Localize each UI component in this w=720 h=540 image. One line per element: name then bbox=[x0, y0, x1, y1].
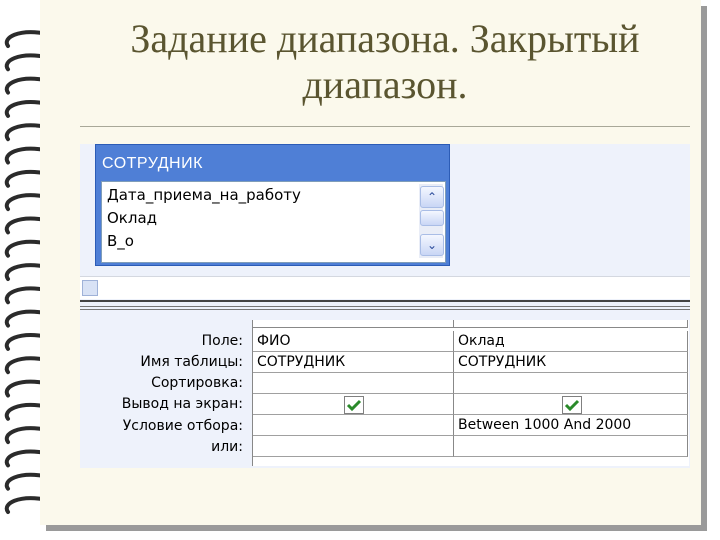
title-divider bbox=[80, 126, 690, 127]
scroll-thumb[interactable] bbox=[420, 210, 444, 226]
horizontal-scroll-button[interactable] bbox=[82, 280, 98, 296]
row-label-show: Вывод на экран: bbox=[121, 396, 243, 412]
pane-separator[interactable] bbox=[80, 300, 690, 302]
show-checkbox-1[interactable] bbox=[344, 396, 364, 414]
table-name-header: СОТРУДНИК bbox=[102, 155, 203, 172]
row-label-field: Поле: bbox=[201, 333, 243, 349]
field-item-salary[interactable]: Оклад bbox=[107, 207, 157, 229]
pane-separator-line bbox=[80, 309, 690, 310]
field-list-scrollbar[interactable]: ⌃ ⌄ bbox=[419, 184, 444, 258]
pane-separator-line bbox=[80, 306, 690, 307]
column-selector-1[interactable] bbox=[253, 320, 454, 328]
field-list[interactable]: Дата_приема_на_работу Оклад В_о ⌃ ⌄ bbox=[101, 181, 446, 263]
checkmark-icon bbox=[346, 399, 362, 412]
field-item-vo[interactable]: В_о bbox=[107, 230, 134, 252]
row-label-sort: Сортировка: bbox=[151, 375, 243, 391]
row-label-or: или: bbox=[211, 439, 243, 455]
checkmark-icon bbox=[564, 399, 580, 412]
scroll-up-icon[interactable]: ⌃ bbox=[420, 186, 444, 208]
grid-cell-or-2[interactable] bbox=[454, 436, 688, 457]
grid-cell-sort-2[interactable] bbox=[454, 373, 688, 394]
scroll-down-icon[interactable]: ⌄ bbox=[420, 234, 444, 256]
grid-cell-table-2[interactable]: СОТРУДНИК bbox=[454, 352, 688, 373]
grid-cell-criteria-2[interactable]: Between 1000 And 2000 bbox=[454, 415, 688, 436]
grid-cell-field-1[interactable]: ФИО bbox=[253, 331, 454, 352]
table-field-list[interactable]: СОТРУДНИК Дата_приема_на_работу Оклад В_… bbox=[95, 144, 450, 266]
row-label-criteria: Условие отбора: bbox=[122, 418, 243, 434]
grid-cell-sort-1[interactable] bbox=[253, 373, 454, 394]
grid-cell-or-1[interactable] bbox=[253, 436, 454, 457]
show-checkbox-2[interactable] bbox=[562, 396, 582, 414]
column-selector-2[interactable] bbox=[454, 320, 688, 328]
slide-title: Задание диапазона. Закрытый диапазон. bbox=[130, 16, 640, 107]
grid-cell-field-2[interactable]: Оклад bbox=[454, 331, 688, 352]
grid-cell-table-1[interactable]: СОТРУДНИК bbox=[253, 352, 454, 373]
row-label-table: Имя таблицы: bbox=[140, 354, 243, 370]
pane-splitter-area bbox=[80, 276, 690, 299]
field-item-hire-date[interactable]: Дата_приема_на_работу bbox=[107, 184, 301, 206]
grid-cell-criteria-1[interactable] bbox=[253, 415, 454, 436]
